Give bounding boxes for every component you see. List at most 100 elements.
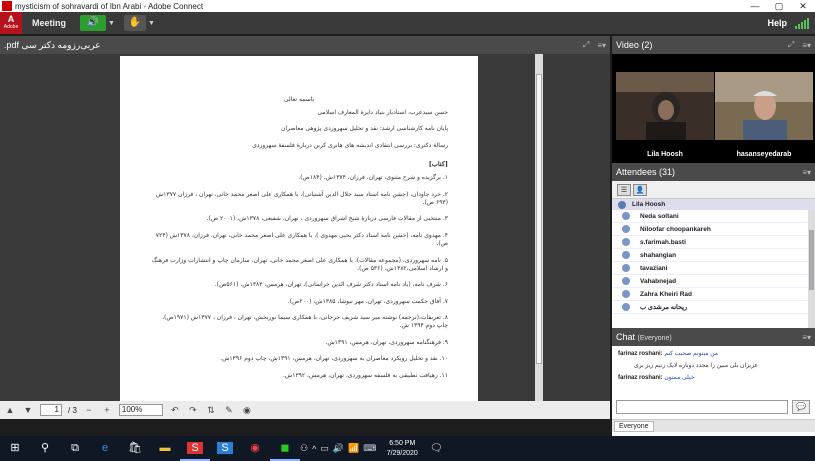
role-view-icon[interactable]: 👤 bbox=[633, 183, 647, 196]
windows-start-icon[interactable]: ⊞ bbox=[0, 436, 30, 461]
send-message-icon[interactable]: 💬 bbox=[792, 400, 810, 414]
user-icon bbox=[622, 277, 630, 285]
speaker-icon[interactable]: 🔊 bbox=[80, 15, 107, 31]
scrollbar-thumb[interactable] bbox=[536, 74, 542, 364]
chat-message: farinaz roshani: خیلی ممنون bbox=[618, 375, 695, 381]
video-pod-menu-icon[interactable]: ≡▾ bbox=[802, 41, 811, 50]
help-menu[interactable]: Help bbox=[767, 18, 787, 28]
doc-item: ۶. شرف نامه، (یاد نامه استاد دکتر شرف ال… bbox=[214, 281, 448, 289]
meeting-menu[interactable]: Meeting bbox=[22, 18, 76, 28]
window-title: mysticism of sohravardi of Ibn Arabi - A… bbox=[15, 1, 204, 11]
store-icon[interactable]: 🛍 bbox=[120, 436, 150, 461]
menu-bar: A Adobe Meeting 🔊 ▼ ✋ ▼ Help bbox=[0, 12, 815, 34]
page-total: / 3 bbox=[68, 405, 77, 415]
search-icon[interactable]: ⚲ bbox=[30, 436, 60, 461]
undo-icon[interactable]: ↶ bbox=[169, 404, 181, 416]
chat-pod: Chat (Everyone) ≡▾ farinaz roshani: من م… bbox=[612, 328, 815, 436]
tray-expand-icon[interactable]: ^ bbox=[312, 444, 316, 454]
list-item[interactable]: tavaziani bbox=[612, 262, 808, 275]
task-view-icon[interactable]: ⧉ bbox=[60, 436, 90, 461]
chat-scope: (Everyone) bbox=[637, 335, 672, 342]
doc-line: حسن سیدعرب، استادیار بنیاد دایرهٔ المعار… bbox=[317, 109, 448, 116]
clock-date: 7/29/2020 bbox=[386, 449, 418, 457]
page-up-icon[interactable]: ▲ bbox=[4, 404, 16, 416]
list-view-icon[interactable]: ☰ bbox=[617, 183, 631, 196]
notifications-icon[interactable]: 🗨 bbox=[424, 443, 448, 454]
user-icon bbox=[622, 264, 630, 272]
video-participant-name: hasanseyedarab bbox=[736, 151, 792, 158]
sync-icon[interactable]: ⇅ bbox=[205, 404, 217, 416]
video-area: Lila Hoosh hasanseyedarab bbox=[612, 54, 815, 163]
document-page: باسمه تعالی حسن سیدعرب، استادیار بنیاد د… bbox=[120, 56, 478, 401]
zoom-in-icon[interactable]: + bbox=[101, 404, 113, 416]
list-item[interactable]: s.farimah.basti bbox=[612, 236, 808, 249]
document-viewer[interactable]: باسمه تعالی حسن سیدعرب، استادیار بنیاد د… bbox=[0, 54, 610, 401]
doc-item: ۵. نامه سهروردی، (مجموعه مقالات)، با همک… bbox=[151, 256, 448, 272]
attendees-pod-header: Attendees (31) ≡▾ bbox=[612, 163, 815, 181]
raise-hand-icon[interactable]: ✋ bbox=[124, 15, 147, 31]
app-icon[interactable]: ◼ bbox=[270, 436, 300, 461]
share-pod: .pdf عربی‌رزومه دکتر سی ⤢ ≡▾ باسمه تعالی… bbox=[0, 36, 610, 419]
taskbar-clock[interactable]: 6:50 PM 7/29/2020 bbox=[380, 439, 424, 459]
list-item[interactable]: Niloofar choopankareh bbox=[612, 223, 808, 236]
chrome-icon[interactable]: ◉ bbox=[240, 436, 270, 461]
doc-item: ٣. منتخبی از مقالات فارسی دربارهٔ شیخ اش… bbox=[206, 215, 448, 223]
volume-icon[interactable]: 🔊 bbox=[333, 443, 344, 454]
wifi-icon[interactable]: 📶 bbox=[348, 443, 359, 454]
chat-input[interactable] bbox=[616, 400, 788, 414]
page-number-input[interactable]: 1 bbox=[40, 404, 62, 416]
attendees-scrollbar[interactable] bbox=[808, 210, 815, 328]
page-down-icon[interactable]: ▼ bbox=[22, 404, 34, 416]
doc-item: ١١. رهیافت تطبیقی به فلسفه سهروردی، تهرا… bbox=[282, 371, 448, 379]
window-titlebar: mysticism of sohravardi of Ibn Arabi - A… bbox=[0, 0, 815, 12]
draw-tools-icon[interactable]: ✎ bbox=[223, 404, 235, 416]
attendees-pod: Attendees (31) ≡▾ ☰ 👤 Lila Hoosh Neda so… bbox=[612, 163, 815, 328]
host-name: Lila Hoosh bbox=[632, 201, 666, 208]
status-dropdown-icon[interactable]: ▼ bbox=[148, 20, 156, 27]
list-item[interactable]: Zahra Kheiri Rad bbox=[612, 288, 808, 301]
share-pod-title: .pdf عربی‌رزومه دکتر سی bbox=[4, 39, 101, 50]
skype-icon[interactable]: S bbox=[210, 436, 240, 461]
zoom-out-icon[interactable]: − bbox=[83, 404, 95, 416]
video-count: (2) bbox=[641, 40, 653, 50]
stop-share-icon[interactable]: ◉ bbox=[241, 404, 253, 416]
speaker-dropdown-icon[interactable]: ▼ bbox=[108, 20, 116, 27]
video-feed[interactable] bbox=[715, 72, 813, 140]
close-button[interactable]: ✕ bbox=[791, 1, 815, 12]
people-icon[interactable]: ⚇ bbox=[300, 443, 308, 454]
attendees-list: Neda soltani Niloofar choopankareh s.far… bbox=[612, 210, 808, 328]
document-toolbar: ▲ ▼ 1 / 3 − + 100% ↶ ↷ ⇅ ✎ ◉ bbox=[0, 401, 610, 419]
list-item[interactable]: ریحانه‌ مرشدی ب bbox=[612, 301, 808, 314]
document-scrollbar[interactable] bbox=[535, 54, 543, 401]
chat-pod-menu-icon[interactable]: ≡▾ bbox=[802, 333, 811, 342]
attendees-pod-menu-icon[interactable]: ≡▾ bbox=[802, 168, 811, 177]
keyboard-icon[interactable]: ⌨ bbox=[363, 443, 376, 454]
attendees-pod-title: Attendees bbox=[616, 167, 657, 177]
host-row[interactable]: Lila Hoosh bbox=[612, 199, 815, 210]
tab-everyone[interactable]: Everyone bbox=[614, 421, 654, 432]
connection-signal-icon bbox=[795, 17, 809, 29]
chat-messages: farinaz roshani: من میتونم صحبت کنم عزیز… bbox=[612, 346, 815, 398]
list-item[interactable]: shahangian bbox=[612, 249, 808, 262]
file-explorer-icon[interactable]: ▬ bbox=[150, 436, 180, 461]
right-column: Video (2) ⤢ ≡▾ Lila Hoosh hasanseyedarab… bbox=[612, 36, 815, 436]
network-icon[interactable]: ▭ bbox=[320, 443, 329, 454]
chat-pod-title: Chat bbox=[616, 332, 636, 342]
minimize-button[interactable]: — bbox=[743, 1, 767, 11]
attendees-toolbar: ☰ 👤 bbox=[612, 181, 815, 199]
user-icon bbox=[622, 251, 630, 259]
fullscreen-icon[interactable]: ⤢ bbox=[583, 40, 589, 50]
doc-item: ۴. مهدوی نامه، (جشن نامه استاد دکتر یحیی… bbox=[155, 231, 448, 248]
list-item[interactable]: Neda soltani bbox=[612, 210, 808, 223]
maximize-button[interactable]: ▢ bbox=[767, 1, 791, 12]
redo-icon[interactable]: ↷ bbox=[187, 404, 199, 416]
user-icon bbox=[622, 290, 630, 298]
video-feed[interactable] bbox=[616, 72, 714, 140]
skype-red-icon[interactable]: S bbox=[180, 436, 210, 461]
pod-menu-icon[interactable]: ≡▾ bbox=[597, 41, 606, 50]
zoom-select[interactable]: 100% bbox=[118, 404, 163, 416]
doc-item: ١. برگزیده و شرح مثنوی، تهران، فرزان، ١٣… bbox=[298, 174, 448, 182]
video-fullscreen-icon[interactable]: ⤢ bbox=[788, 40, 794, 50]
edge-icon[interactable]: e bbox=[90, 436, 120, 461]
list-item[interactable]: Vahabnejad bbox=[612, 275, 808, 288]
